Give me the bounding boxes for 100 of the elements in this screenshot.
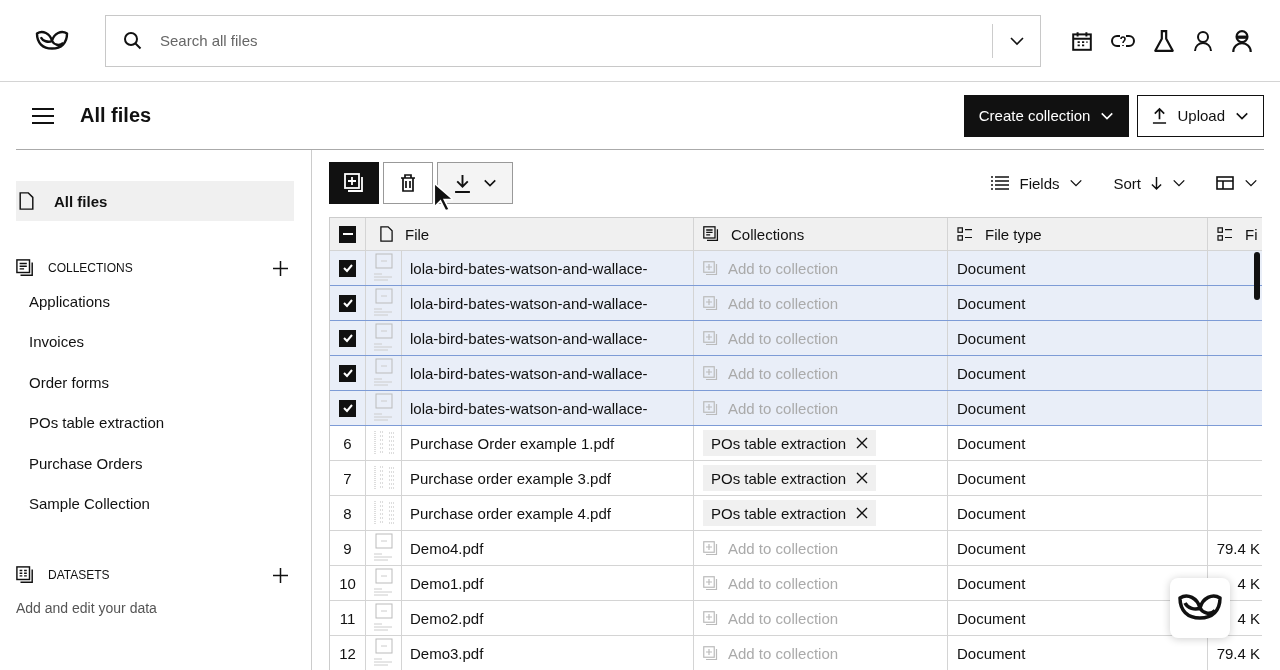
table-row[interactable]: lola-bird-bates-watson-and-wallace- Add to collection Document — [330, 391, 1262, 426]
document-thumbnail-icon — [371, 638, 396, 668]
section-heading: DATASETS — [48, 568, 110, 582]
collection-icon — [703, 226, 719, 242]
file-name[interactable]: Purchase Order example 1.pdf — [410, 434, 615, 452]
dataset-icon — [16, 566, 34, 584]
add-to-collection-icon — [703, 645, 718, 661]
row-checkbox[interactable] — [339, 364, 356, 382]
field-type-icon — [1217, 227, 1233, 241]
collection-item[interactable]: POs table extraction — [16, 402, 311, 443]
download-icon — [453, 173, 471, 193]
add-icon[interactable] — [273, 260, 288, 276]
file-name[interactable]: Demo3.pdf — [410, 644, 484, 662]
table-row[interactable]: lola-bird-bates-watson-and-wallace- Add to collection Document — [330, 286, 1262, 321]
add-to-collection-icon — [344, 173, 364, 193]
row-checkbox[interactable] — [339, 399, 356, 417]
document-thumbnail-icon — [371, 323, 396, 353]
file-name[interactable]: lola-bird-bates-watson-and-wallace- — [410, 259, 648, 277]
collection-item[interactable]: Purchase Orders — [16, 443, 311, 484]
close-icon[interactable] — [856, 507, 869, 519]
row-checkbox[interactable] — [339, 294, 356, 312]
sidebar-item[interactable]: All files — [16, 181, 294, 221]
file-type: Document — [957, 609, 1026, 627]
list-icon — [991, 176, 1010, 190]
fields-button[interactable]: Fields — [985, 173, 1090, 193]
table-row[interactable]: 6 Purchase Order example 1.pdf POs table extraction Document — [330, 426, 1262, 461]
table-row[interactable]: lola-bird-bates-watson-and-wallace- Add to collection Document — [330, 321, 1262, 356]
column-header[interactable]: Fi — [1208, 218, 1262, 250]
menu-icon[interactable] — [32, 106, 54, 125]
collection-tag[interactable]: POs table extraction — [703, 465, 877, 491]
file-name[interactable]: Demo4.pdf — [410, 539, 484, 557]
file-name[interactable]: lola-bird-bates-watson-and-wallace- — [410, 399, 648, 417]
select-all-checkbox[interactable] — [339, 225, 356, 243]
collection-item[interactable]: Invoices — [16, 321, 311, 362]
file-type: Document — [957, 574, 1026, 592]
check-icon — [341, 332, 354, 344]
minus-icon — [342, 232, 353, 236]
row-checkbox[interactable] — [339, 259, 356, 277]
pointer-cursor-icon — [433, 182, 453, 212]
add-to-collection-icon — [703, 610, 718, 626]
file-name[interactable]: lola-bird-bates-watson-and-wallace- — [410, 294, 648, 312]
delete-button[interactable] — [383, 162, 433, 204]
file-type: Document — [957, 259, 1026, 277]
user-icon[interactable] — [1193, 29, 1213, 52]
file-type: Document — [957, 469, 1026, 487]
file-type: Document — [957, 539, 1026, 557]
scrollbar-thumb[interactable] — [1254, 252, 1260, 300]
sort-button[interactable]: Sort — [1107, 173, 1192, 193]
collection-item[interactable]: Applications — [16, 281, 311, 322]
document-thumbnail-icon — [371, 603, 396, 633]
add-icon[interactable] — [273, 567, 288, 583]
column-header[interactable]: File type — [948, 218, 1208, 250]
table-row[interactable]: 9 Demo4.pdf Add to collection Document 79.4 K — [330, 531, 1262, 566]
row-checkbox[interactable] — [339, 329, 356, 347]
collection-tag[interactable]: POs table extraction — [703, 430, 877, 456]
trash-icon — [400, 174, 416, 192]
file-name[interactable]: lola-bird-bates-watson-and-wallace- — [410, 364, 648, 382]
field-type-icon — [957, 227, 973, 241]
file-name[interactable]: Demo1.pdf — [410, 574, 484, 592]
check-icon — [341, 262, 354, 274]
collection-icon — [16, 259, 34, 277]
file-name[interactable]: Purchase order example 3.pdf — [410, 469, 611, 487]
collection-item[interactable]: Order forms — [16, 362, 311, 403]
file-size: 4 K — [1237, 609, 1260, 627]
file-type: Document — [957, 434, 1026, 452]
search-field[interactable]: Search all files — [105, 14, 1041, 67]
assistant-button[interactable] — [1170, 578, 1230, 638]
close-icon[interactable] — [856, 437, 869, 449]
add-to-collection-button[interactable] — [329, 162, 379, 204]
column-header[interactable]: Collections — [694, 218, 948, 250]
table-row[interactable]: 8 Purchase order example 4.pdf POs table extraction Document — [330, 496, 1262, 531]
upload-button[interactable]: Upload — [1137, 94, 1264, 137]
row-number: 10 — [339, 574, 356, 592]
file-name[interactable]: Demo2.pdf — [410, 609, 484, 627]
document-thumbnail-icon — [371, 533, 396, 563]
file-name[interactable]: lola-bird-bates-watson-and-wallace- — [410, 329, 648, 347]
add-to-collection-icon — [703, 365, 718, 381]
add-to-collection-icon — [703, 540, 718, 556]
datasets-hint: Add and edit your data — [16, 600, 158, 616]
add-to-collection-icon — [703, 330, 718, 346]
table-row[interactable]: lola-bird-bates-watson-and-wallace- Add to collection Document — [330, 356, 1262, 391]
collection-item[interactable]: Sample Collection — [16, 483, 311, 524]
file-type: Document — [957, 329, 1026, 347]
flask-icon[interactable] — [1153, 28, 1175, 53]
document-thumbnail-icon — [371, 288, 396, 318]
calendar-icon[interactable] — [1071, 29, 1093, 52]
document-thumbnail-icon — [371, 253, 396, 283]
create-collection-button[interactable]: Create collection — [963, 94, 1130, 137]
file-name[interactable]: Purchase order example 4.pdf — [410, 504, 611, 522]
layout-icon — [1216, 176, 1234, 190]
table-row[interactable]: lola-bird-bates-watson-and-wallace- Add to collection Document — [330, 251, 1262, 286]
table-row[interactable]: 7 Purchase order example 3.pdf POs table extraction Document — [330, 461, 1262, 496]
file-type: Document — [957, 364, 1026, 382]
file-type: Document — [957, 294, 1026, 312]
row-number: 11 — [339, 609, 356, 627]
column-header[interactable]: File — [366, 218, 694, 250]
document-thumbnail-icon — [371, 358, 396, 388]
avatar-icon[interactable] — [1231, 28, 1253, 53]
close-icon[interactable] — [856, 472, 869, 484]
collection-tag[interactable]: POs table extraction — [703, 500, 877, 526]
